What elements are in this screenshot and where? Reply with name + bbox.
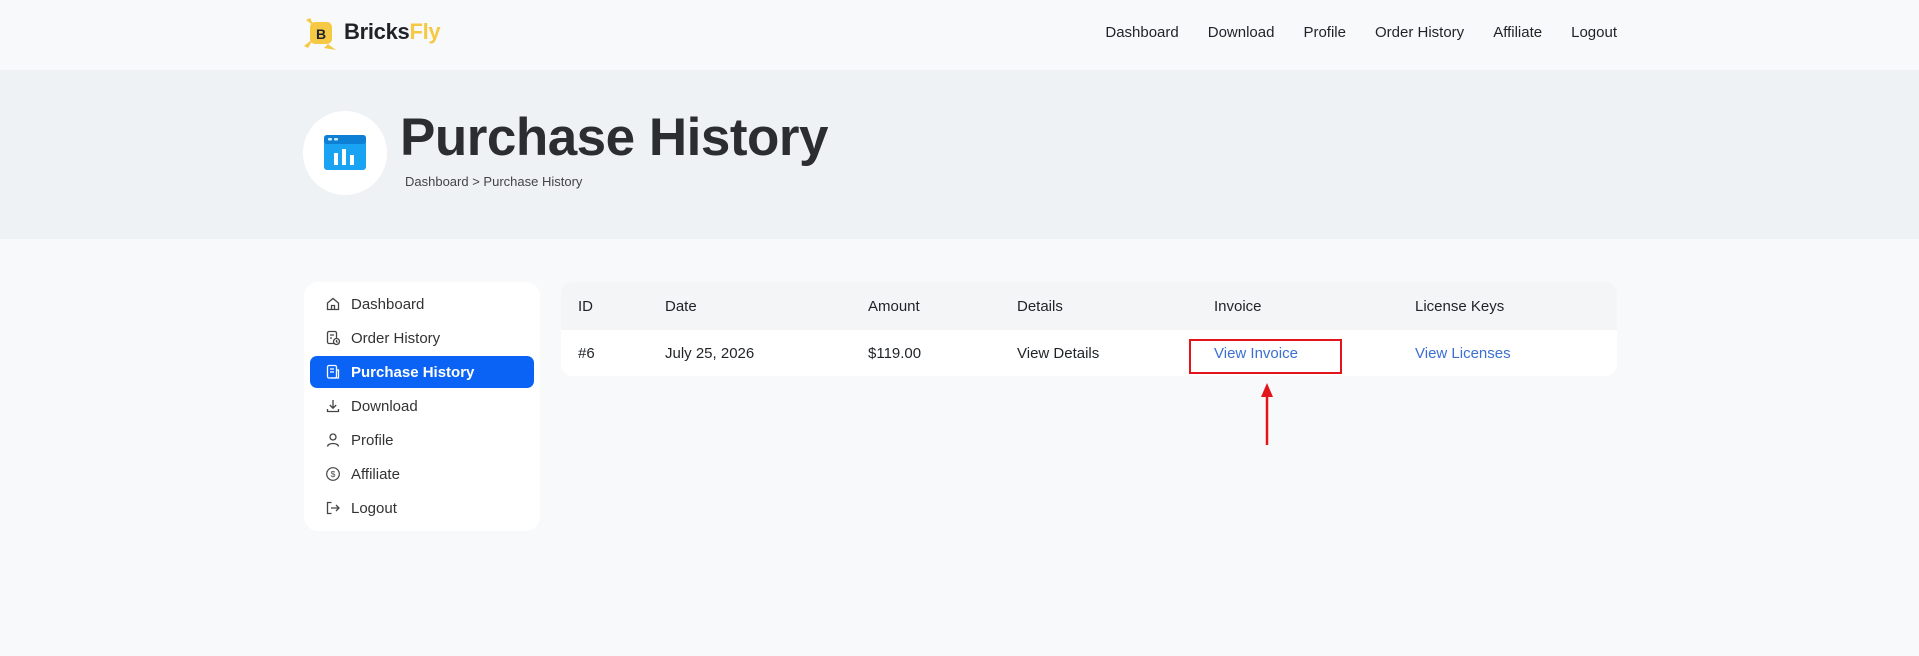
- sidebar-item-label: Download: [351, 397, 418, 415]
- column-header-details: Details: [1017, 297, 1063, 315]
- chart-window-icon: [303, 111, 387, 195]
- page-title: Purchase History: [400, 108, 828, 167]
- sidebar-item-label: Dashboard: [351, 295, 425, 313]
- sidebar-item-order-history[interactable]: Order History: [310, 322, 534, 354]
- bricksfly-logo-icon: B: [302, 12, 342, 52]
- receipt-icon: [324, 363, 342, 381]
- user-icon: [324, 431, 342, 449]
- brand-name: BricksFly: [344, 19, 441, 44]
- nav-profile[interactable]: Profile: [1303, 22, 1346, 44]
- order-history-icon: [324, 329, 342, 347]
- svg-text:B: B: [316, 26, 326, 42]
- brand-logo[interactable]: B BricksFly: [302, 12, 441, 52]
- view-licenses-link[interactable]: View Licenses: [1415, 345, 1511, 362]
- column-header-license-keys: License Keys: [1415, 297, 1505, 315]
- top-nav: Dashboard Download Profile Order History…: [1076, 22, 1617, 44]
- dollar-icon: $: [324, 465, 342, 483]
- nav-order-history[interactable]: Order History: [1375, 22, 1464, 44]
- annotation-highlight-box: [1189, 339, 1342, 374]
- column-header-date: Date: [665, 297, 697, 315]
- sidebar-item-label: Logout: [351, 499, 397, 517]
- table-row: #6 July 25, 2026 $119.00 View Details Vi…: [561, 330, 1617, 376]
- sidebar-item-label: Affiliate: [351, 465, 400, 483]
- page-header: Purchase History Dashboard > Purchase Hi…: [0, 70, 1919, 239]
- view-details-link[interactable]: View Details: [1017, 345, 1099, 362]
- home-icon: [324, 295, 342, 313]
- cell-order-id: #6: [578, 344, 595, 362]
- sidebar: Dashboard Order History Purchase History…: [304, 282, 540, 531]
- nav-logout[interactable]: Logout: [1571, 22, 1617, 44]
- table-header: ID Date Amount Details Invoice License K…: [561, 282, 1617, 330]
- nav-affiliate[interactable]: Affiliate: [1493, 22, 1542, 44]
- svg-text:$: $: [331, 469, 336, 479]
- cell-order-amount: $119.00: [868, 344, 922, 362]
- sidebar-item-profile[interactable]: Profile: [310, 424, 534, 456]
- logout-icon: [324, 499, 342, 517]
- column-header-amount: Amount: [868, 297, 920, 315]
- sidebar-item-affiliate[interactable]: $ Affiliate: [310, 458, 534, 490]
- download-icon: [324, 397, 342, 415]
- breadcrumb[interactable]: Dashboard > Purchase History: [405, 173, 582, 191]
- sidebar-item-label: Profile: [351, 431, 394, 449]
- purchase-history-table: ID Date Amount Details Invoice License K…: [561, 282, 1617, 376]
- annotation-arrow-icon: [1258, 383, 1276, 445]
- nav-dashboard[interactable]: Dashboard: [1105, 22, 1178, 44]
- column-header-id: ID: [578, 297, 593, 315]
- sidebar-item-dashboard[interactable]: Dashboard: [310, 288, 534, 320]
- sidebar-item-logout[interactable]: Logout: [310, 492, 534, 524]
- column-header-invoice: Invoice: [1214, 297, 1262, 315]
- sidebar-item-label: Order History: [351, 329, 441, 347]
- cell-order-date: July 25, 2026: [665, 344, 755, 362]
- sidebar-item-purchase-history[interactable]: Purchase History: [310, 356, 534, 388]
- sidebar-item-download[interactable]: Download: [310, 390, 534, 422]
- sidebar-item-label: Purchase History: [351, 363, 475, 381]
- nav-download[interactable]: Download: [1208, 22, 1275, 44]
- top-bar: B BricksFly Dashboard Download Profile O…: [0, 0, 1919, 70]
